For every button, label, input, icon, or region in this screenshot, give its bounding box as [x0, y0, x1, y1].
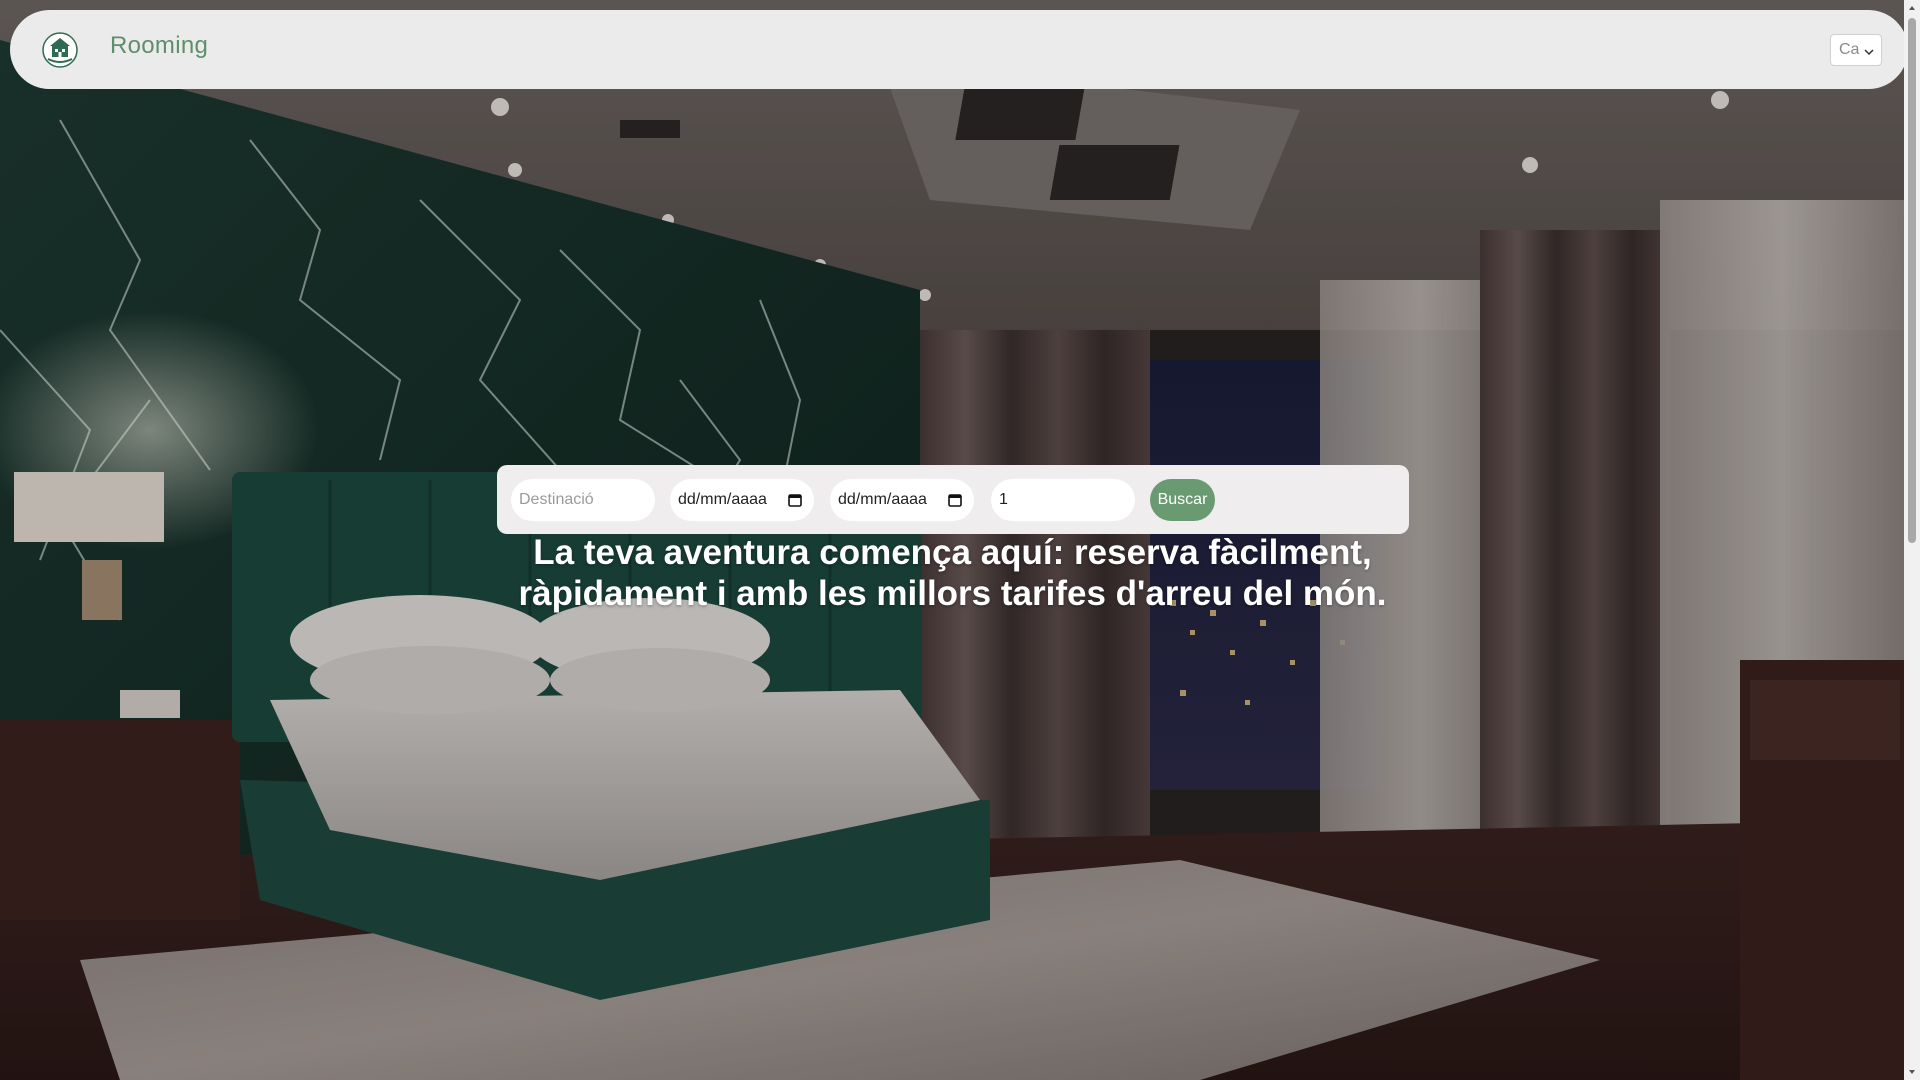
language-select[interactable]: Ca [1830, 34, 1882, 66]
hero-headline: La teva aventura comença aquí: reserva f… [480, 532, 1425, 614]
hotel-logo-icon[interactable] [42, 32, 78, 68]
destination-placeholder: Destinació [519, 491, 594, 508]
checkout-date-value: dd/mm/aaaa [838, 491, 927, 508]
guests-value: 1 [999, 491, 1008, 508]
search-button[interactable]: Buscar [1150, 479, 1215, 521]
destination-input[interactable]: Destinació [511, 479, 655, 521]
scroll-down-arrow-icon[interactable] [1904, 1064, 1920, 1080]
calendar-icon[interactable] [948, 493, 962, 507]
checkin-date-input[interactable]: dd/mm/aaaa [670, 479, 814, 521]
scroll-up-arrow-icon[interactable] [1904, 0, 1920, 16]
vertical-scrollbar[interactable] [1904, 0, 1920, 1080]
scrollbar-thumb[interactable] [1908, 18, 1916, 543]
hero-headline-line-2: ràpidament i amb les millors tarifes d'a… [518, 574, 1387, 613]
page-viewport: Rooming Ca Destinació dd/mm/aaaa dd/mm/a… [0, 0, 1920, 1080]
brand-name[interactable]: Rooming [110, 32, 208, 60]
chevron-down-icon [1864, 44, 1874, 56]
hero-headline-line-1: La teva aventura comença aquí: reserva f… [533, 533, 1372, 572]
guests-input[interactable]: 1 [991, 479, 1135, 521]
checkin-date-value: dd/mm/aaaa [678, 491, 767, 508]
booking-search-form: Destinació dd/mm/aaaa dd/mm/aaaa 1 Busca… [497, 465, 1409, 534]
checkout-date-input[interactable]: dd/mm/aaaa [830, 479, 974, 521]
language-selected-value: Ca [1839, 41, 1860, 58]
top-navbar: Rooming Ca [10, 10, 1908, 89]
calendar-icon[interactable] [788, 493, 802, 507]
